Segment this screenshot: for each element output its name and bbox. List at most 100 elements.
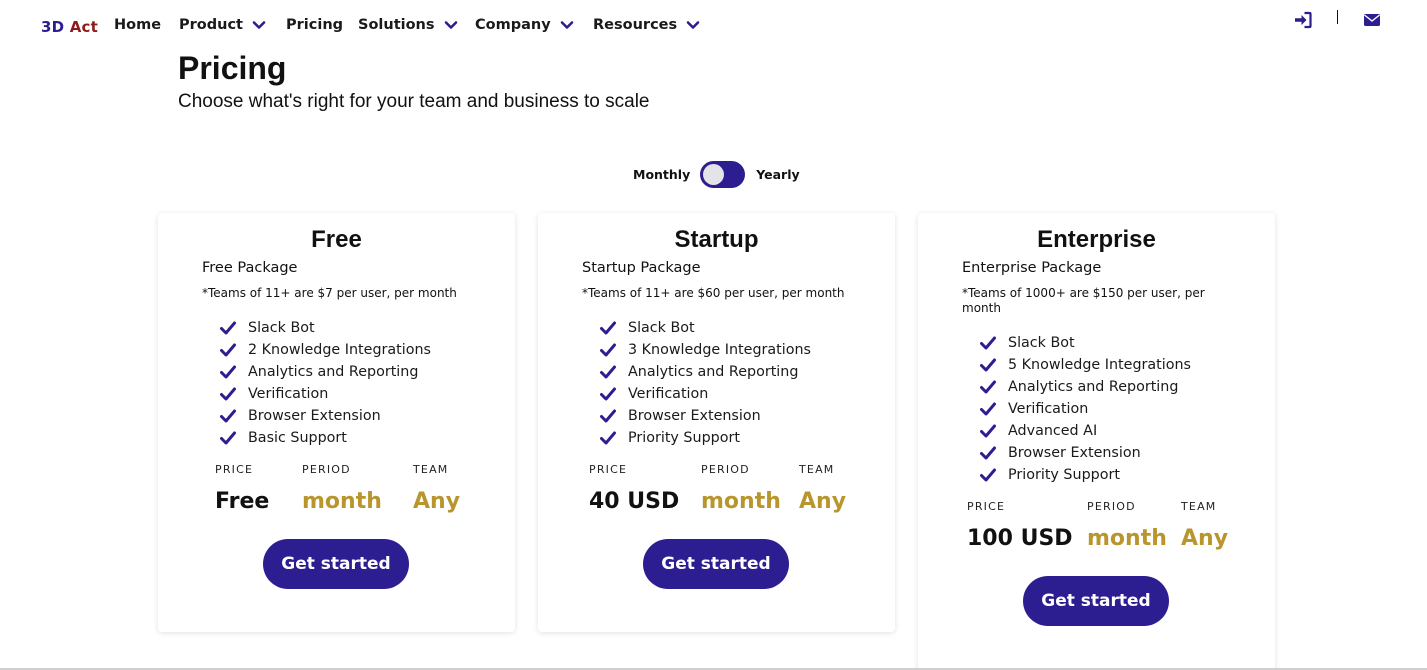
feature-item: 5 Knowledge Integrations <box>980 354 1191 376</box>
plan-name: Startup <box>674 226 759 253</box>
nav-company-menu[interactable]: Company <box>475 17 574 33</box>
price-label: PRICE <box>967 500 1006 513</box>
get-started-button[interactable]: Get started <box>643 539 789 589</box>
plan-name: Enterprise <box>1037 226 1156 253</box>
feature-item: Basic Support <box>220 427 431 449</box>
team-label: TEAM <box>413 463 449 476</box>
feature-label: Analytics and Reporting <box>1008 379 1179 395</box>
check-icon <box>220 365 236 379</box>
feature-item: 3 Knowledge Integrations <box>600 339 811 361</box>
period-value: month <box>302 489 382 514</box>
team-label: TEAM <box>1181 500 1217 513</box>
brand-logo-part2: Act <box>69 18 99 36</box>
check-icon <box>980 380 996 394</box>
nav-solutions-label: Solutions <box>358 17 435 33</box>
feature-label: 3 Knowledge Integrations <box>628 342 812 358</box>
plan-note: *Teams of 11+ are $60 per user, per mont… <box>582 286 845 300</box>
feature-label: Priority Support <box>628 430 740 446</box>
team-label: TEAM <box>799 463 835 476</box>
billing-period-toggle[interactable] <box>700 160 746 188</box>
feature-label: Slack Bot <box>1008 335 1075 351</box>
check-icon <box>600 321 616 335</box>
sign-in-icon[interactable] <box>1294 11 1312 29</box>
feature-list: Slack Bot 5 Knowledge Integrations Analy… <box>980 332 1191 486</box>
feature-label: Verification <box>628 386 709 402</box>
feature-label: Advanced AI <box>1008 423 1098 439</box>
feature-label: Priority Support <box>1008 467 1120 483</box>
feature-label: Verification <box>248 386 329 402</box>
feature-list: Slack Bot 2 Knowledge Integrations Analy… <box>220 317 431 449</box>
price-value: Free <box>215 489 270 514</box>
feature-label: Analytics and Reporting <box>248 364 419 380</box>
brand-logo-part1: 3D <box>41 18 65 36</box>
billing-monthly-label[interactable]: Monthly <box>633 167 690 182</box>
plan-card-startup: Startup Startup Package *Teams of 11+ ar… <box>538 213 895 632</box>
check-icon <box>600 343 616 357</box>
nav-product-menu[interactable]: Product <box>179 17 266 33</box>
period-label: PERIOD <box>302 463 351 476</box>
plan-package: Free Package <box>202 260 298 276</box>
chevron-down-icon <box>444 18 458 32</box>
nav-resources-menu[interactable]: Resources <box>593 17 700 33</box>
feature-item: Browser Extension <box>980 442 1191 464</box>
feature-item: Verification <box>600 383 811 405</box>
envelope-icon[interactable] <box>1363 11 1381 29</box>
feature-item: Slack Bot <box>980 332 1191 354</box>
period-value: month <box>701 489 781 514</box>
chevron-down-icon <box>252 18 266 32</box>
team-value: Any <box>1181 526 1229 551</box>
feature-label: Slack Bot <box>628 320 695 336</box>
team-value: Any <box>413 489 461 514</box>
billing-toggle-group: Monthly Yearly <box>633 160 800 188</box>
period-label: PERIOD <box>1087 500 1136 513</box>
plan-card-free: Free Free Package *Teams of 11+ are $7 p… <box>158 213 515 632</box>
price-label: PRICE <box>215 463 254 476</box>
check-icon <box>980 468 996 482</box>
page-title: Pricing <box>178 50 287 86</box>
nav-pricing-link[interactable]: Pricing <box>286 17 343 33</box>
feature-label: Slack Bot <box>248 320 315 336</box>
feature-label: Browser Extension <box>628 408 761 424</box>
check-icon <box>220 387 236 401</box>
feature-label: 5 Knowledge Integrations <box>1008 357 1192 373</box>
billing-yearly-label[interactable]: Yearly <box>756 167 799 182</box>
price-value: 100 USD <box>967 526 1073 551</box>
check-icon <box>980 336 996 350</box>
check-icon <box>220 321 236 335</box>
check-icon <box>220 343 236 357</box>
feature-item: Browser Extension <box>220 405 431 427</box>
feature-item: Priority Support <box>980 464 1191 486</box>
nav-product-label: Product <box>179 17 243 33</box>
feature-label: Browser Extension <box>248 408 381 424</box>
brand-logo[interactable]: 3D Act <box>41 18 98 36</box>
nav-divider <box>1337 10 1338 24</box>
price-value: 40 USD <box>589 489 680 514</box>
feature-item: Analytics and Reporting <box>600 361 811 383</box>
check-icon <box>980 402 996 416</box>
check-icon <box>600 365 616 379</box>
feature-item: Analytics and Reporting <box>220 361 431 383</box>
chevron-down-icon <box>560 18 574 32</box>
feature-item: Slack Bot <box>600 317 811 339</box>
feature-item: Priority Support <box>600 427 811 449</box>
nav-home-link[interactable]: Home <box>114 17 161 33</box>
toggle-knob <box>703 163 725 185</box>
feature-item: Verification <box>220 383 431 405</box>
check-icon <box>980 424 996 438</box>
feature-item: Browser Extension <box>600 405 811 427</box>
feature-item: Analytics and Reporting <box>980 376 1191 398</box>
nav-solutions-menu[interactable]: Solutions <box>358 17 458 33</box>
period-value: month <box>1087 526 1167 551</box>
check-icon <box>600 409 616 423</box>
nav-resources-label: Resources <box>593 17 678 33</box>
get-started-button[interactable]: Get started <box>263 539 409 589</box>
plan-note: *Teams of 11+ are $7 per user, per month <box>202 286 457 300</box>
feature-label: Analytics and Reporting <box>628 364 799 380</box>
check-icon <box>220 431 236 445</box>
plan-name: Free <box>311 226 362 253</box>
get-started-button[interactable]: Get started <box>1023 576 1169 626</box>
feature-item: Verification <box>980 398 1191 420</box>
feature-list: Slack Bot 3 Knowledge Integrations Analy… <box>600 317 811 449</box>
nav-company-label: Company <box>475 17 551 33</box>
chevron-down-icon <box>686 18 700 32</box>
